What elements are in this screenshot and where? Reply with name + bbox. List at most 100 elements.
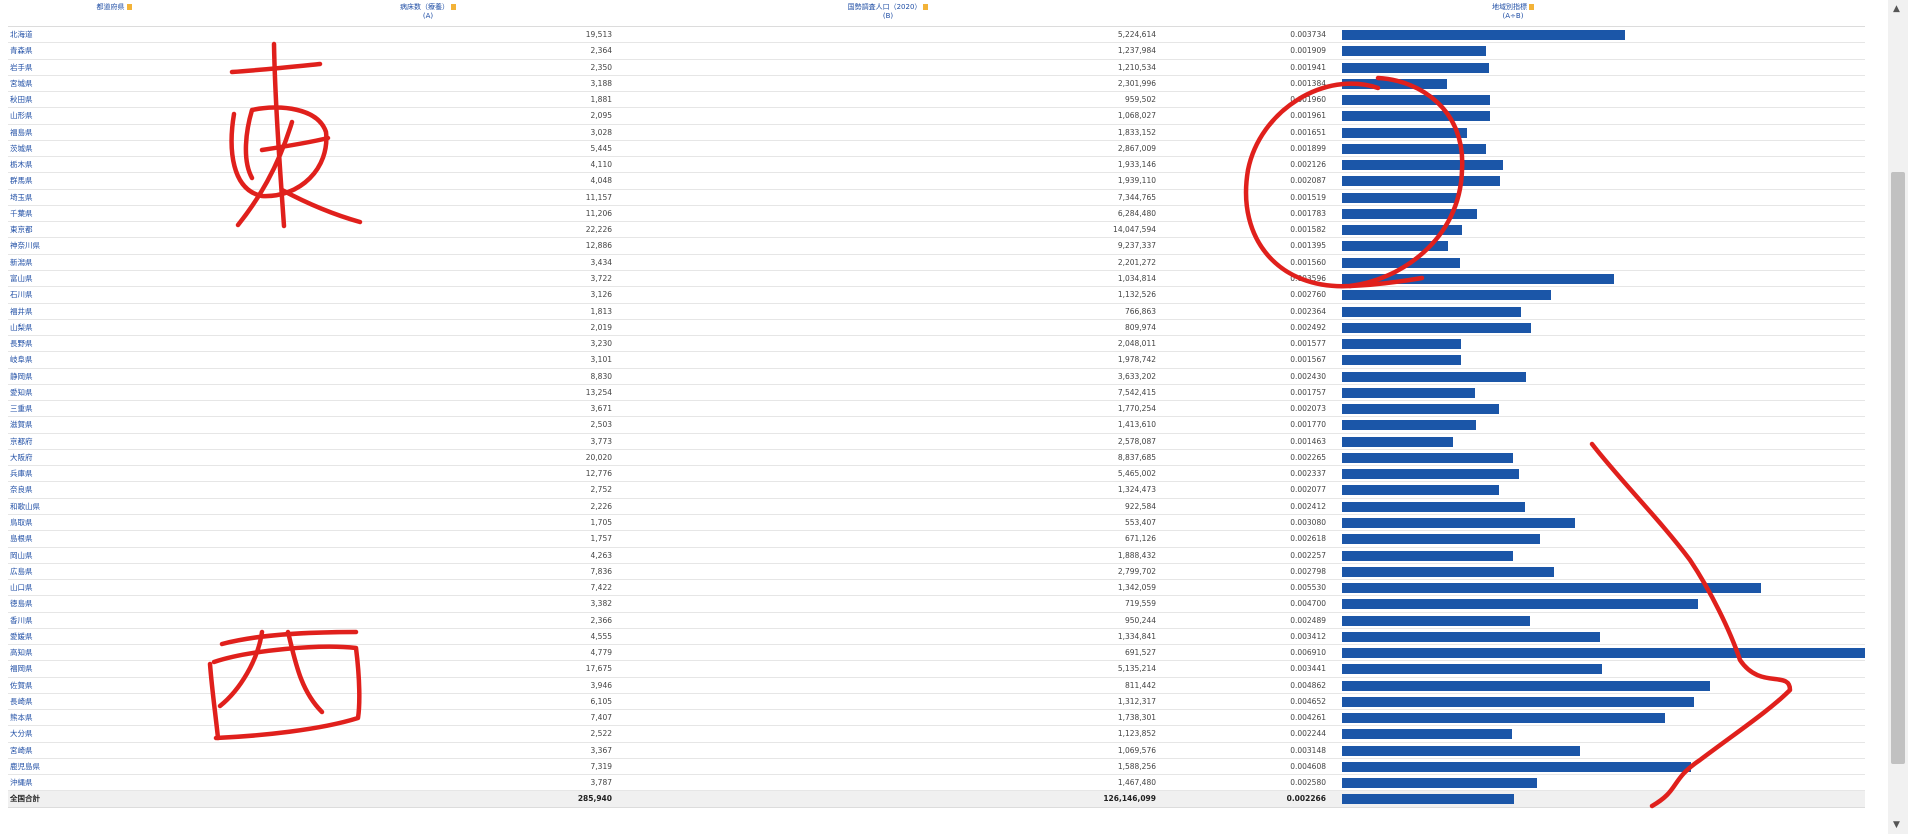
scroll-up-icon[interactable]: ▲ [1893,4,1900,14]
prefecture-name[interactable]: 鹿児島県 [10,759,40,775]
prefecture-name[interactable]: 京都府 [10,434,33,450]
ratio-bar [1342,664,1603,675]
ratio-value: 0.001463 [1290,436,1326,446]
beds-value: 2,350 [590,62,612,72]
prefecture-name[interactable]: 栃木県 [10,157,33,173]
table-row: 京都府 3,773 2,578,087 0.001463 [8,434,1865,450]
prefecture-name[interactable]: 静岡県 [10,369,33,385]
prefecture-name[interactable]: 宮崎県 [10,743,33,759]
population-value: 691,527 [1124,648,1156,658]
prefecture-name[interactable]: 沖縄県 [10,775,33,791]
table-header: 都道府県 病床数（療養） (A) 国勢調査人口（2020） (B) 地域別指標 … [8,0,1865,27]
prefecture-name[interactable]: 香川県 [10,613,33,629]
beds-value: 3,126 [590,290,612,300]
prefecture-name[interactable]: 滋賀県 [10,417,33,433]
prefecture-name[interactable]: 宮城県 [10,76,33,92]
population-value: 2,578,087 [1117,436,1156,446]
prefecture-name[interactable]: 秋田県 [10,92,33,108]
table-row: 宮崎県 3,367 1,069,576 0.003148 [8,743,1865,759]
prefecture-name[interactable]: 福岡県 [10,661,33,677]
beds-value: 2,019 [590,322,612,332]
prefecture-name[interactable]: 山口県 [10,580,33,596]
scroll-thumb[interactable] [1891,172,1905,764]
prefecture-name[interactable]: 新潟県 [10,255,33,271]
prefecture-name[interactable]: 埼玉県 [10,190,33,206]
prefecture-name[interactable]: 広島県 [10,564,33,580]
sort-icon[interactable] [1529,4,1534,10]
table-row: 佐賀県 3,946 811,442 0.004862 [8,678,1865,694]
population-value: 1,324,473 [1117,485,1156,495]
prefecture-name[interactable]: 青森県 [10,43,33,59]
population-value: 5,135,214 [1117,664,1156,674]
prefecture-name[interactable]: 山梨県 [10,320,33,336]
beds-value: 7,836 [590,566,612,576]
prefecture-name[interactable]: 大阪府 [10,450,33,466]
scroll-down-icon[interactable]: ▼ [1893,820,1900,830]
prefecture-name[interactable]: 岐阜県 [10,352,33,368]
population-value: 2,867,009 [1117,143,1156,153]
prefecture-name[interactable]: 奈良県 [10,482,33,498]
header-population[interactable]: 国勢調査人口（2020） (B) [803,3,973,21]
prefecture-name[interactable]: 群馬県 [10,173,33,189]
sort-icon[interactable] [126,4,132,10]
table-row: 鳥取県 1,705 553,407 0.003080 [8,515,1865,532]
prefecture-name[interactable]: 千葉県 [10,206,33,222]
prefecture-name[interactable]: 東京都 [10,222,33,238]
population-value: 766,863 [1124,306,1156,316]
prefecture-name[interactable]: 徳島県 [10,596,33,612]
prefecture-name[interactable]: 三重県 [10,401,33,417]
prefecture-name[interactable]: 茨城県 [10,141,33,157]
table-row: 青森県 2,364 1,237,984 0.001909 [8,43,1865,60]
prefecture-name[interactable]: 熊本県 [10,710,33,726]
ratio-bar [1342,127,1467,138]
prefecture-name[interactable]: 福井県 [10,304,33,320]
ratio-value: 0.001395 [1290,241,1326,251]
sort-icon[interactable] [923,4,929,10]
population-value: 8,837,685 [1117,452,1156,462]
prefecture-name[interactable]: 愛知県 [10,385,33,401]
beds-value: 3,230 [590,339,612,349]
ratio-bar [1342,615,1531,626]
prefecture-name[interactable]: 福島県 [10,125,33,141]
prefecture-name[interactable]: 長崎県 [10,694,33,710]
ratio-value: 0.002364 [1290,306,1326,316]
prefecture-name[interactable]: 富山県 [10,271,33,287]
prefecture-name[interactable]: 鳥取県 [10,515,33,531]
prefecture-name[interactable]: 島根県 [10,531,33,547]
ratio-value: 0.004700 [1290,599,1326,609]
prefecture-name[interactable]: 神奈川県 [10,238,40,254]
prefecture-name[interactable]: 大分県 [10,726,33,742]
table-row: 和歌山県 2,226 922,584 0.002412 [8,499,1865,515]
prefecture-name[interactable]: 長野県 [10,336,33,352]
sort-icon[interactable] [451,4,456,10]
scrollbar[interactable]: ▲ ▼ [1888,0,1908,834]
prefecture-name[interactable]: 佐賀県 [10,678,33,694]
prefecture-name[interactable]: 石川県 [10,287,33,303]
prefecture-name[interactable]: 岩手県 [10,60,33,76]
table-row: 岐阜県 3,101 1,978,742 0.001567 [8,352,1865,369]
ratio-bar [1342,713,1665,724]
ratio-bar [1342,387,1475,398]
ratio-bar [1342,485,1500,496]
header-population-label: 国勢調査人口（2020） [847,3,922,11]
prefecture-name[interactable]: 兵庫県 [10,466,33,482]
beds-value: 7,422 [590,583,612,593]
prefecture-name[interactable]: 愛媛県 [10,629,33,645]
prefecture-name[interactable]: 和歌山県 [10,499,40,515]
ratio-value: 0.001961 [1290,111,1326,121]
prefecture-name[interactable]: 岡山県 [10,548,33,564]
beds-value: 13,254 [585,387,612,397]
prefecture-name[interactable]: 山形県 [10,108,33,124]
prefecture-name[interactable]: 北海道 [10,27,33,43]
prefecture-name[interactable]: 高知県 [10,645,33,661]
population-value: 1,738,301 [1117,713,1156,723]
header-ratio[interactable]: 地域別指標 (A÷B) [1458,3,1568,21]
population-value: 1,933,146 [1117,160,1156,170]
header-prefecture[interactable]: 都道府県 [74,3,154,12]
ratio-value: 0.002580 [1290,778,1326,788]
population-value: 1,588,256 [1117,761,1156,771]
ratio-bar [1342,631,1601,642]
population-value: 7,344,765 [1117,192,1156,202]
population-value: 811,442 [1124,680,1156,690]
header-beds[interactable]: 病床数（療養） (A) [368,3,488,21]
